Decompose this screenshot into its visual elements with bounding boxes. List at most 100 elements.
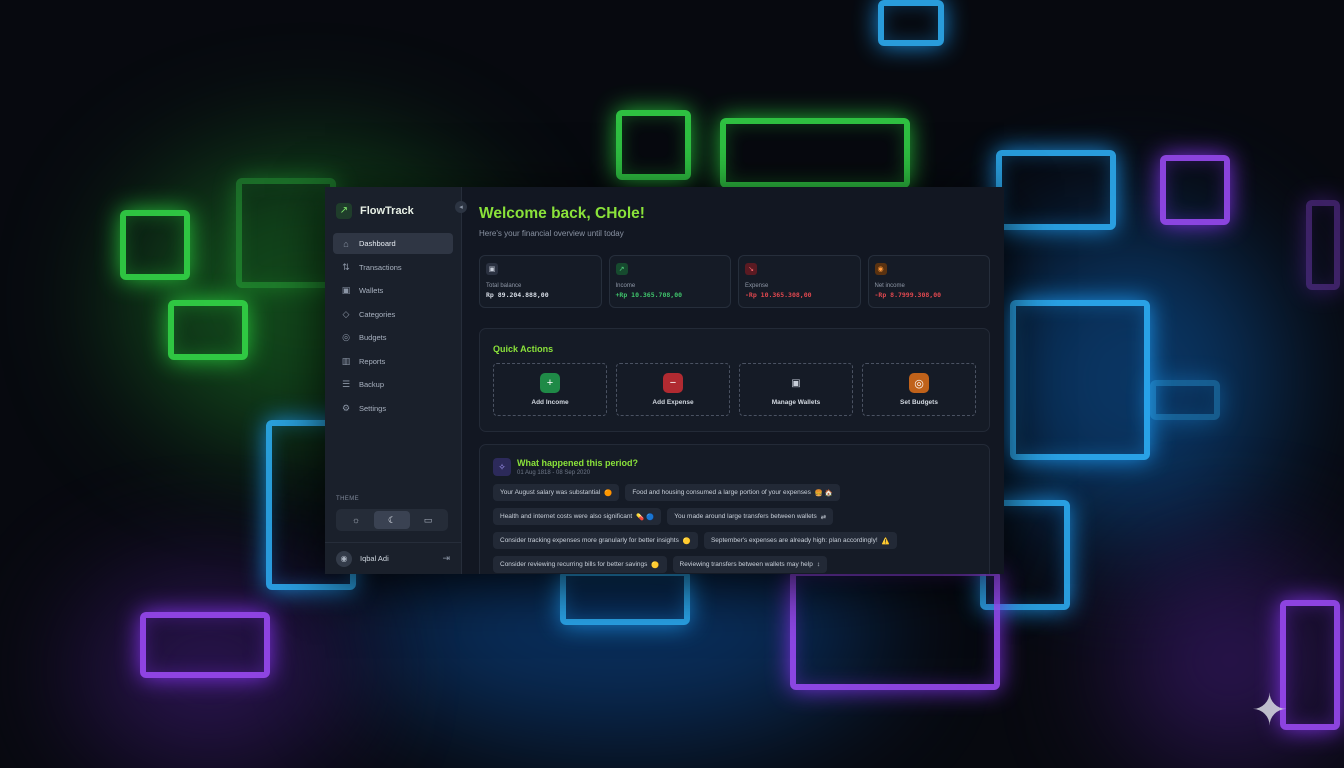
home-icon: ⌂ — [343, 238, 349, 249]
laptop-icon: ▭ — [423, 514, 433, 525]
brand[interactable]: ↗ FlowTrack — [325, 187, 461, 223]
trend-down-icon: ↘ — [745, 263, 757, 275]
plus-icon: + — [540, 373, 560, 393]
sidebar-item-settings[interactable]: ⚙ Settings — [333, 398, 453, 419]
minus-icon: − — [663, 373, 683, 393]
trend-up-icon: ↗ — [615, 263, 628, 275]
insight-chip[interactable]: Food and housing consumed a large portio… — [625, 484, 840, 501]
theme-system-button[interactable]: ▭ — [410, 511, 446, 529]
neon-cube — [236, 178, 336, 288]
insight-emoji: 🟡 — [682, 537, 691, 545]
insight-emoji: ⇄ — [820, 513, 827, 521]
user-name: Iqbal Adi — [360, 554, 389, 563]
insight-text: Consider reviewing recurring bills for b… — [500, 561, 648, 568]
arrows-icon: ⇅ — [342, 261, 350, 272]
coin-icon: ◉ — [874, 263, 887, 275]
insight-chip[interactable]: Health and internet costs were also sign… — [493, 508, 662, 525]
neon-cube — [1150, 380, 1220, 420]
page-title: Welcome back, CHole! — [479, 205, 645, 222]
manage-wallets-button[interactable]: ▣ Manage Wallets — [739, 363, 853, 416]
insight-chip[interactable]: Consider tracking expenses more granular… — [493, 532, 698, 549]
insight-emoji: 💊 🔵 — [636, 513, 655, 521]
sidebar-item-label: Dashboard — [359, 239, 396, 248]
insight-text: Food and housing consumed a large portio… — [632, 489, 811, 496]
sidebar-item-label: Wallets — [359, 286, 384, 295]
sidebar: ↗ FlowTrack ◂ ⌂ Dashboard ⇅ Transactions… — [325, 187, 467, 574]
insight-emoji: 🟠 — [604, 489, 613, 497]
sidebar-item-label: Backup — [359, 380, 385, 389]
sidebar-item-reports[interactable]: ▥ Reports — [333, 351, 453, 372]
sidebar-item-label: Transactions — [359, 262, 402, 272]
neon-cube — [168, 300, 248, 360]
database-icon: ☰ — [341, 379, 351, 389]
neon-cube — [790, 570, 1000, 690]
sidebar-item-backup[interactable]: ☰ Backup — [333, 374, 453, 395]
add-income-button[interactable]: + Add Income — [493, 363, 607, 416]
quick-actions-panel: Quick Actions + Add Income − Add Expense… — [479, 328, 990, 432]
target-icon: ◎ — [342, 332, 350, 342]
sparkle-icon: ✧ — [493, 458, 511, 476]
insight-chip[interactable]: September's expenses are already high: p… — [703, 532, 897, 549]
moon-icon: ☾ — [387, 514, 397, 525]
neon-cube — [878, 0, 944, 46]
stat-value: +Rp 10.365.708,00 — [615, 291, 683, 299]
stat-label: Total balance — [486, 283, 522, 289]
insight-text: You made around large transfers between … — [674, 513, 817, 520]
brand-name: FlowTrack — [360, 204, 414, 217]
target-icon: ◎ — [909, 373, 929, 393]
stat-card-total-balance: ▣ Total balance Rp 89.204.888,00 — [479, 255, 602, 308]
insight-text: Your August salary was substantial — [500, 489, 601, 496]
gear-icon: ⚙ — [341, 402, 351, 413]
stat-card-income: ↗ Income +Rp 10.365.708,00 — [608, 255, 731, 308]
neon-cube — [720, 118, 910, 188]
sidebar-item-label: Settings — [359, 403, 387, 413]
quick-action-label: Add Expense — [652, 399, 694, 406]
insight-chip[interactable]: Consider reviewing recurring bills for b… — [493, 556, 667, 573]
sidebar-item-dashboard[interactable]: ⌂ Dashboard — [333, 233, 453, 254]
wallet-icon: ▣ — [791, 377, 801, 389]
stat-label: Expense — [745, 283, 769, 289]
sidebar-item-label: Reports — [359, 356, 386, 366]
logout-icon[interactable]: ⇥ — [442, 553, 450, 564]
neon-cube — [1280, 600, 1340, 730]
stat-label: Income — [615, 283, 636, 289]
add-expense-button[interactable]: − Add Expense — [616, 363, 730, 416]
avatar[interactable]: ◉ — [336, 550, 352, 567]
neon-cube — [1160, 155, 1230, 225]
insights-title: What happened this period? — [517, 458, 638, 468]
stat-label: Net income — [874, 283, 905, 289]
wallet-icon: ▣ — [486, 263, 498, 275]
stat-card-expense: ↘ Expense -Rp 10.365.308,00 — [738, 255, 861, 308]
insight-text: Consider tracking expenses more granular… — [500, 537, 679, 544]
app-window: ↗ FlowTrack ◂ ⌂ Dashboard ⇅ Transactions… — [325, 187, 1004, 574]
quick-actions-title: Quick Actions — [493, 344, 554, 354]
insight-chip[interactable]: Reviewing transfers between wallets may … — [672, 556, 828, 573]
trend-icon: ↗ — [336, 202, 352, 219]
insight-chips: Your August salary was substantial 🟠 Food… — [493, 484, 976, 573]
insight-chip[interactable]: You made around large transfers between … — [667, 508, 834, 525]
insights-date-range: 01 Aug 1818 - 08 Sep 2020 — [517, 470, 591, 476]
sidebar-item-budgets[interactable]: ◎ Budgets — [333, 327, 453, 348]
neon-cube — [140, 612, 270, 678]
neon-cube — [1010, 300, 1150, 460]
insight-emoji: 🍔 🏠 — [814, 489, 833, 497]
stat-value: Rp 89.204.888,00 — [486, 291, 549, 299]
user-profile: ◉ Iqbal Adi ⇥ — [325, 542, 461, 574]
theme-dark-button[interactable]: ☾ — [374, 511, 410, 529]
neon-cube — [616, 110, 691, 180]
quick-actions-grid: + Add Income − Add Expense ▣ Manage Wall… — [493, 363, 976, 416]
insight-chip[interactable]: Your August salary was substantial 🟠 — [493, 484, 620, 501]
sidebar-item-wallets[interactable]: ▣ Wallets — [333, 280, 453, 301]
neon-cube — [1306, 200, 1340, 290]
insight-emoji: ↕ — [816, 561, 821, 568]
wallet-icon: ▣ — [341, 285, 351, 295]
insight-text: Health and internet costs were also sign… — [500, 513, 633, 520]
sidebar-item-transactions[interactable]: ⇅ Transactions — [333, 257, 453, 278]
quick-action-label: Add Income — [531, 399, 569, 406]
theme-switch: ☼ ☾ ▭ — [336, 509, 448, 531]
theme-light-button[interactable]: ☼ — [338, 511, 374, 529]
main-content: Welcome back, CHole! Here's your financi… — [462, 187, 1004, 574]
sidebar-item-categories[interactable]: ◇ Categories — [333, 304, 453, 325]
set-budgets-button[interactable]: ◎ Set Budgets — [862, 363, 976, 416]
sparkle-icon: ✦ — [1251, 686, 1288, 735]
